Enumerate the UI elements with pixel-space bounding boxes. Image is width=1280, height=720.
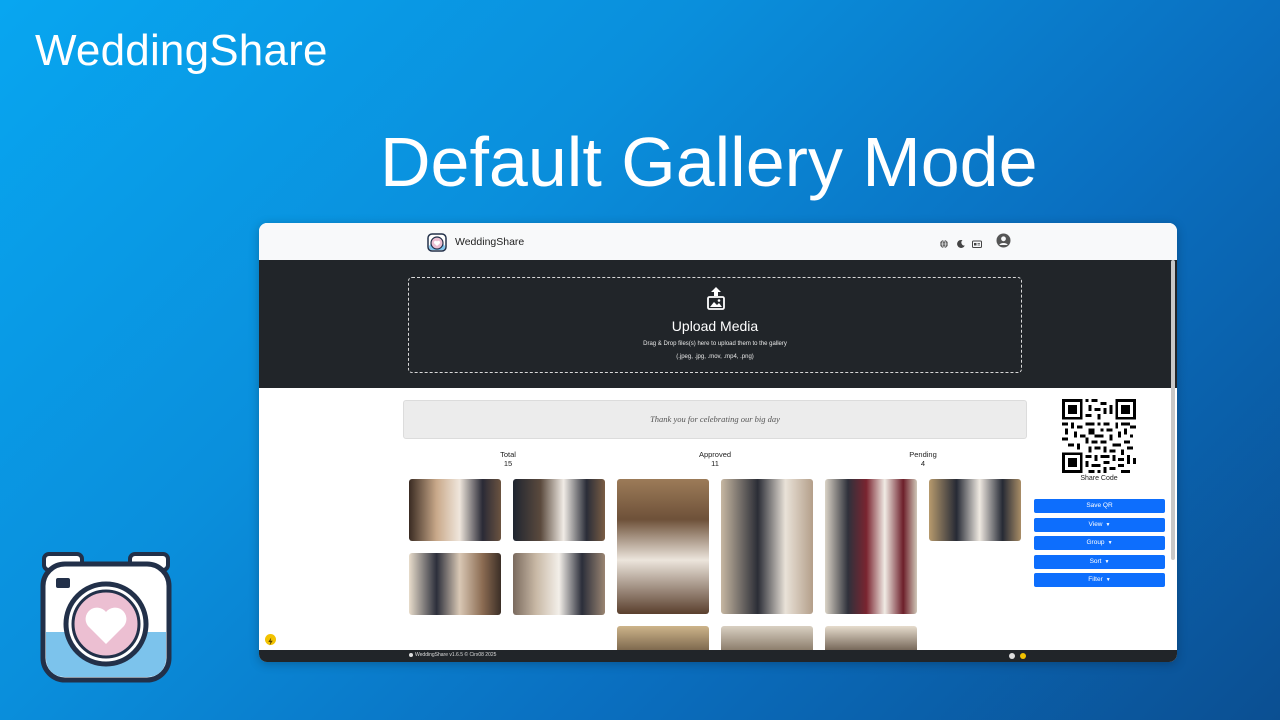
- upload-instructions: Drag & Drop files(s) here to upload them…: [643, 341, 787, 347]
- footer-text: WeddingShare v1.6.5 © Cirx08 2025: [409, 652, 496, 658]
- stat-total-label: Total: [500, 450, 516, 459]
- github-link-icon[interactable]: [1009, 653, 1015, 659]
- banner-message: Thank you for celebrating our big day: [650, 414, 780, 424]
- filter-dropdown-button[interactable]: Filter ▼: [1034, 573, 1165, 587]
- gallery-photo[interactable]: [929, 479, 1021, 541]
- gallery-banner: Thank you for celebrating our big day: [403, 400, 1027, 439]
- navbar-brand[interactable]: WeddingShare: [455, 236, 524, 248]
- share-code-label: Share Code: [1080, 475, 1118, 482]
- upload-title: Upload Media: [671, 318, 759, 334]
- stat-pending: Pending 4: [883, 450, 963, 468]
- view-label: View: [1088, 521, 1103, 528]
- footer: WeddingShare v1.6.5 © Cirx08 2025: [259, 650, 1177, 662]
- page-scrollbar[interactable]: [1171, 260, 1175, 560]
- slide-title: Default Gallery Mode: [380, 123, 1038, 201]
- stat-total: Total 15: [468, 450, 548, 468]
- stat-pending-value: 4: [920, 459, 926, 468]
- stat-approved-label: Approved: [698, 450, 732, 459]
- gallery-photo[interactable]: [513, 479, 605, 541]
- navbar: WeddingShare: [259, 223, 1177, 261]
- share-qr-code: [1062, 399, 1136, 473]
- donate-icon[interactable]: [1020, 653, 1026, 659]
- gallery-photo[interactable]: [617, 479, 709, 614]
- stat-approved: Approved 11: [675, 450, 755, 468]
- app-screenshot-frame: WeddingShare Upload Media Drag & Drop fi…: [259, 223, 1177, 662]
- dark-mode-icon[interactable]: [956, 236, 966, 248]
- gallery-photo[interactable]: [721, 479, 813, 614]
- sort-dropdown-button[interactable]: Sort ▼: [1034, 555, 1165, 569]
- stat-total-value: 15: [503, 459, 513, 468]
- save-qr-label: Save QR: [1086, 502, 1113, 509]
- chevron-down-icon: ▼: [1107, 540, 1113, 546]
- lightning-icon[interactable]: [265, 634, 276, 646]
- account-icon[interactable]: [996, 233, 1011, 248]
- id-card-icon[interactable]: [972, 236, 982, 248]
- gallery-photo[interactable]: [825, 479, 917, 614]
- language-icon[interactable]: [939, 236, 949, 249]
- filter-label: Filter: [1088, 576, 1103, 583]
- save-qr-button[interactable]: Save QR: [1034, 499, 1165, 513]
- view-dropdown-button[interactable]: View ▼: [1034, 518, 1165, 532]
- chevron-down-icon: ▼: [1105, 522, 1111, 528]
- weddingshare-logo-icon: [40, 548, 172, 684]
- upload-dropzone[interactable]: Upload Media Drag & Drop files(s) here t…: [408, 277, 1022, 373]
- stat-approved-value: 11: [711, 459, 719, 468]
- stat-pending-label: Pending: [909, 450, 937, 459]
- gallery-photo[interactable]: [409, 553, 501, 615]
- group-dropdown-button[interactable]: Group ▼: [1034, 536, 1165, 550]
- upload-section: Upload Media Drag & Drop files(s) here t…: [259, 260, 1177, 388]
- footer-version: WeddingShare v1.6.5 © Cirx08 2025: [415, 652, 497, 658]
- sort-label: Sort: [1089, 558, 1102, 565]
- chevron-down-icon: ▼: [1104, 559, 1110, 565]
- slide-brand-title: WeddingShare: [35, 26, 328, 75]
- upload-file-types: (.jpeg, .jpg, .mov, .mp4, .png): [676, 354, 754, 360]
- gallery-photo[interactable]: [513, 553, 605, 615]
- github-icon: [409, 652, 413, 657]
- navbar-logo-icon[interactable]: [427, 232, 447, 252]
- upload-image-icon: [706, 286, 726, 310]
- gallery-photo[interactable]: [409, 479, 501, 541]
- group-label: Group: [1086, 539, 1105, 546]
- chevron-down-icon: ▼: [1105, 577, 1111, 583]
